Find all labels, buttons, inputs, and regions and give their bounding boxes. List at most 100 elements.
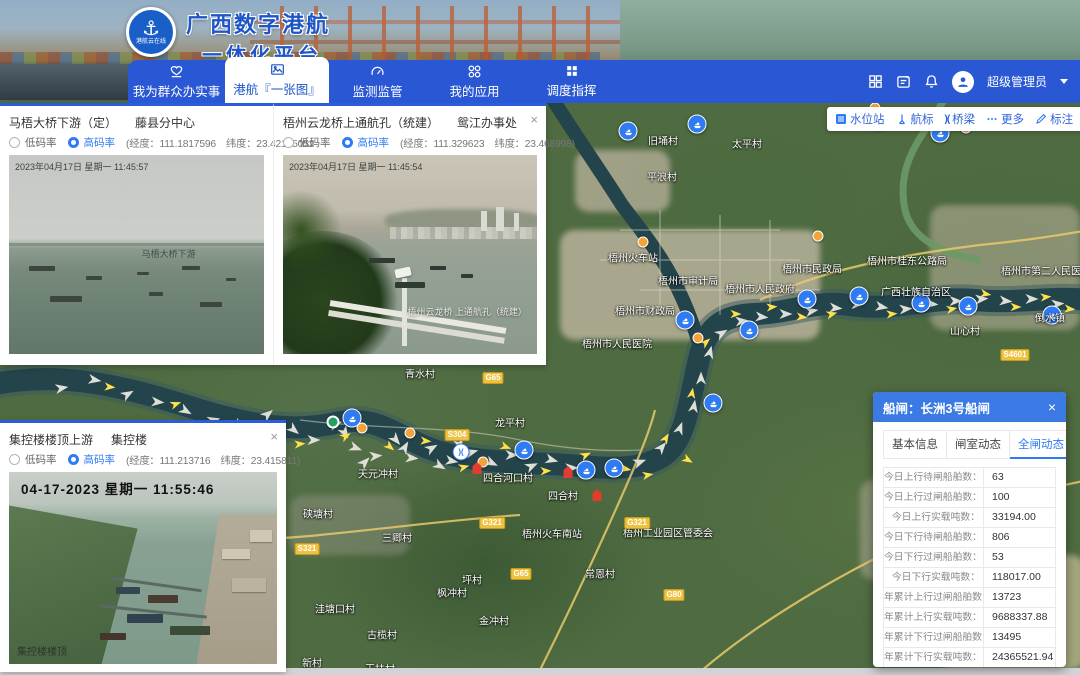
road-badge: S4601: [1000, 349, 1029, 361]
road-badge: G321: [479, 517, 505, 529]
map-place-label: 梧州市财政局: [615, 303, 675, 318]
nav-tab-heart[interactable]: 我为群众办实事: [128, 60, 225, 103]
map-place-label: 三卿村: [382, 530, 412, 545]
lock-stat-row: 年累计上行过闸船舶数：13723: [884, 588, 1055, 608]
map-place-label: 平浪村: [647, 169, 677, 184]
nav-tab-grid[interactable]: 调度指挥: [523, 60, 620, 103]
nav-tab-map[interactable]: 港航『一张图』: [225, 57, 329, 103]
vessel-station-marker[interactable]: [619, 122, 638, 141]
road-badge: S321: [295, 543, 320, 555]
high-bitrate-label: 高码率: [84, 452, 116, 467]
stat-label: 年累计上行过闸船舶数：: [884, 588, 984, 607]
bell-icon[interactable]: [924, 74, 939, 89]
map-place-label: 梧州市人民医院: [582, 336, 652, 351]
high-bitrate-radio[interactable]: [68, 137, 79, 148]
map-place-label: 旧埇村: [648, 133, 678, 148]
form-icon[interactable]: [896, 74, 911, 89]
toolbar-item-more[interactable]: 更多: [986, 111, 1024, 127]
lock-stat-row: 年累计上行实载吨数：9688337.88: [884, 608, 1055, 628]
camera-subtitle: 鸳江办事处: [457, 114, 517, 131]
low-bitrate-radio[interactable]: [9, 137, 20, 148]
map-place-label: 新村: [302, 655, 322, 669]
vessel-station-marker[interactable]: [605, 459, 624, 478]
high-bitrate-radio[interactable]: [342, 137, 353, 148]
vessel-station-marker[interactable]: [676, 311, 695, 330]
lock-stat-row: 今日下行待闸船舶数：806: [884, 528, 1055, 548]
camera-video-frame: 2023年04月17日 星期一 11:45:54 梧州云龙桥 上通航孔（统建）: [283, 155, 537, 354]
buoy-marker[interactable]: [693, 333, 704, 344]
road-badge: G321: [624, 517, 650, 529]
camera-panels-container: 马梧大桥下游（定） 藤县分中心 低码率 高码率 (经度：111.1817596 …: [0, 103, 546, 365]
camera-panel-yunlong-bridge: 梧州云龙桥上通航孔（统建） 鸳江办事处 × 低码率 高码率 (经度：111.32…: [273, 103, 546, 365]
ship-lock-panel: 船闸：长洲3号船闸 × 基本信息闸室动态全闸动态 今日上行待闸船舶数：63今日上…: [873, 392, 1066, 667]
road-badge: S304: [445, 429, 470, 441]
stat-value: 53: [984, 548, 1055, 567]
close-icon[interactable]: ×: [270, 431, 278, 443]
map-place-label: 倒水镇: [1035, 310, 1065, 325]
low-bitrate-label: 低码率: [25, 452, 57, 467]
stat-value: 13495: [984, 628, 1055, 647]
video-timestamp: 04-17-2023 星期一 11:55:46: [21, 478, 214, 498]
lock-tab[interactable]: 闸室动态: [947, 430, 1010, 459]
bridge-marker[interactable]: )(: [453, 444, 470, 461]
video-timestamp: 2023年04月17日 星期一 11:45:54: [289, 160, 422, 173]
map-place-label: 四合河口村: [483, 470, 533, 485]
camera-subtitle: 集控楼: [111, 431, 147, 448]
toolbar-item-pen[interactable]: 标注: [1035, 111, 1073, 127]
camera-title: 马梧大桥下游（定）: [9, 114, 117, 131]
lock-tab[interactable]: 基本信息: [883, 430, 947, 459]
map-place-label: 山心村: [950, 323, 980, 338]
close-icon[interactable]: ×: [530, 114, 538, 126]
vessel-station-marker[interactable]: [704, 394, 723, 413]
vessel-station-marker[interactable]: [740, 321, 759, 340]
toolbar-item-list[interactable]: 水位站: [835, 111, 885, 127]
low-bitrate-radio[interactable]: [9, 454, 20, 465]
list-icon: [835, 113, 847, 125]
buoy-marker[interactable]: [813, 231, 824, 242]
logo-anchor-icon: ⚓港航云在线: [126, 7, 176, 57]
low-bitrate-radio[interactable]: [283, 137, 294, 148]
map-place-label: 硖塘村: [303, 506, 333, 521]
buoy-marker[interactable]: [638, 237, 649, 248]
vessel-station-marker[interactable]: [959, 297, 978, 316]
map-place-label: 天元冲村: [358, 466, 398, 481]
vessel-station-marker[interactable]: [798, 290, 817, 309]
map-place-label: 广西壮族自治区: [881, 284, 951, 299]
user-avatar[interactable]: [952, 71, 974, 93]
lock-stat-row: 年累计下行过闸船舶数：13495: [884, 628, 1055, 648]
user-name[interactable]: 超级管理员: [987, 73, 1047, 90]
toolbar-item-buoy[interactable]: 航标: [896, 111, 934, 127]
map-place-label: 梧州市审计局: [658, 273, 718, 288]
map-place-label: 梧州市第二人民医院: [1001, 263, 1080, 278]
high-bitrate-radio[interactable]: [68, 454, 79, 465]
nav-right-zone: 超级管理员: [868, 60, 1068, 103]
stat-value: 118017.00: [984, 568, 1055, 587]
user-menu-caret-icon[interactable]: [1060, 79, 1068, 84]
buoy-marker[interactable]: [405, 428, 416, 439]
lock-stat-row: 年累计下行实载吨数：24365521.94: [884, 648, 1055, 667]
nav-tab-apps[interactable]: 我的应用: [426, 60, 523, 103]
map-place-label: 梧州市人民政府: [725, 281, 795, 296]
lock-tab[interactable]: 全闸动态: [1010, 430, 1066, 459]
map-place-label: 古榄村: [367, 627, 397, 642]
apps-icon: [467, 64, 482, 79]
stat-value: 33194.00: [984, 508, 1055, 527]
vessel-station-marker[interactable]: [850, 287, 869, 306]
vessel-station-marker[interactable]: [515, 441, 534, 460]
buoy-marker[interactable]: [357, 423, 368, 434]
camera-coordinates: (经度：111.329623 纬度：23.468998): [400, 135, 575, 150]
low-bitrate-label: 低码率: [25, 135, 57, 150]
stat-value: 63: [984, 468, 1055, 487]
vessel-station-marker[interactable]: [688, 115, 707, 134]
toolbar-item-bridge[interactable]: )(桥梁: [945, 111, 976, 127]
close-icon[interactable]: ×: [1048, 399, 1056, 415]
map-place-label: 枫冲村: [437, 585, 467, 600]
vessel-station-marker[interactable]: [577, 461, 596, 480]
road-badge: G65: [510, 568, 531, 580]
nav-tab-gauge[interactable]: 监测监管: [329, 60, 426, 103]
station-marker-green[interactable]: [327, 416, 340, 429]
grid-icon: [565, 64, 579, 78]
app-grid-icon[interactable]: [868, 74, 883, 89]
lock-stat-row: 今日上行待闸船舶数：63: [884, 468, 1055, 488]
main-nav: 我为群众办实事港航『一张图』监测监管我的应用调度指挥 超级管理员: [128, 60, 1080, 103]
